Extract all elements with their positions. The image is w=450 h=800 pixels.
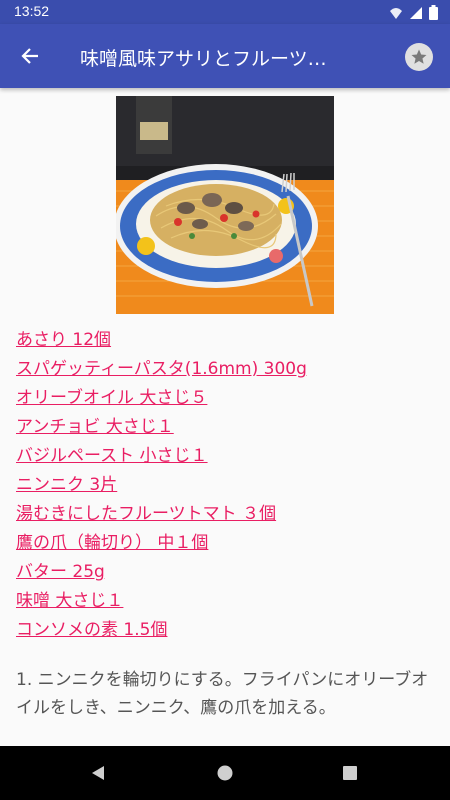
nav-home-button[interactable] <box>215 763 235 783</box>
favorite-button[interactable] <box>405 43 433 71</box>
ingredient-link[interactable]: 湯むきにしたフルーツトマト ３個 <box>16 500 436 529</box>
circle-home-icon <box>217 765 233 781</box>
signal-icon <box>410 6 422 19</box>
recipe-photo <box>116 96 334 314</box>
navigation-bar <box>0 746 450 800</box>
recipe-content[interactable]: あさり 12個 スパゲッティーパスタ(1.6mm) 300g オリーブオイル 大… <box>0 88 450 746</box>
arrow-left-icon <box>21 48 38 64</box>
nav-back-button[interactable] <box>88 763 108 783</box>
triangle-back-icon <box>92 766 104 780</box>
ingredient-link[interactable]: ニンニク 3片 <box>16 471 436 500</box>
pasta-dish-illustration <box>116 96 334 314</box>
app-bar: 味噌風味アサリとフルーツ… <box>0 24 450 88</box>
star-icon <box>411 49 427 64</box>
status-time: 13:52 <box>14 3 50 19</box>
status-bar: 13:52 <box>0 0 450 24</box>
ingredient-link[interactable]: オリーブオイル 大さじ５ <box>16 384 436 413</box>
battery-icon <box>429 5 438 20</box>
ingredient-link[interactable]: 味噌 大さじ１ <box>16 587 436 616</box>
page-title: 味噌風味アサリとフルーツ… <box>80 48 327 70</box>
ingredient-link[interactable]: コンソメの素 1.5個 <box>16 616 436 645</box>
square-recents-icon <box>343 766 357 780</box>
ingredient-link[interactable]: バター 25g <box>16 558 436 587</box>
recipe-step: 1. ニンニクを輪切りにする。フライパンにオリーブオイルをしき、ニンニク、鷹の爪… <box>16 670 429 718</box>
ingredient-link[interactable]: アンチョビ 大さじ１ <box>16 413 436 442</box>
ingredient-link[interactable]: 鷹の爪（輪切り） 中１個 <box>16 529 436 558</box>
ingredient-link[interactable]: バジルペースト 小さじ１ <box>16 442 436 471</box>
ingredient-list: あさり 12個 スパゲッティーパスタ(1.6mm) 300g オリーブオイル 大… <box>16 326 436 645</box>
back-button[interactable] <box>14 42 46 70</box>
ingredient-link[interactable]: スパゲッティーパスタ(1.6mm) 300g <box>16 355 436 384</box>
wifi-icon <box>390 7 402 19</box>
ingredient-link[interactable]: あさり 12個 <box>16 326 436 355</box>
status-icons <box>389 5 438 20</box>
nav-recents-button[interactable] <box>340 763 360 783</box>
